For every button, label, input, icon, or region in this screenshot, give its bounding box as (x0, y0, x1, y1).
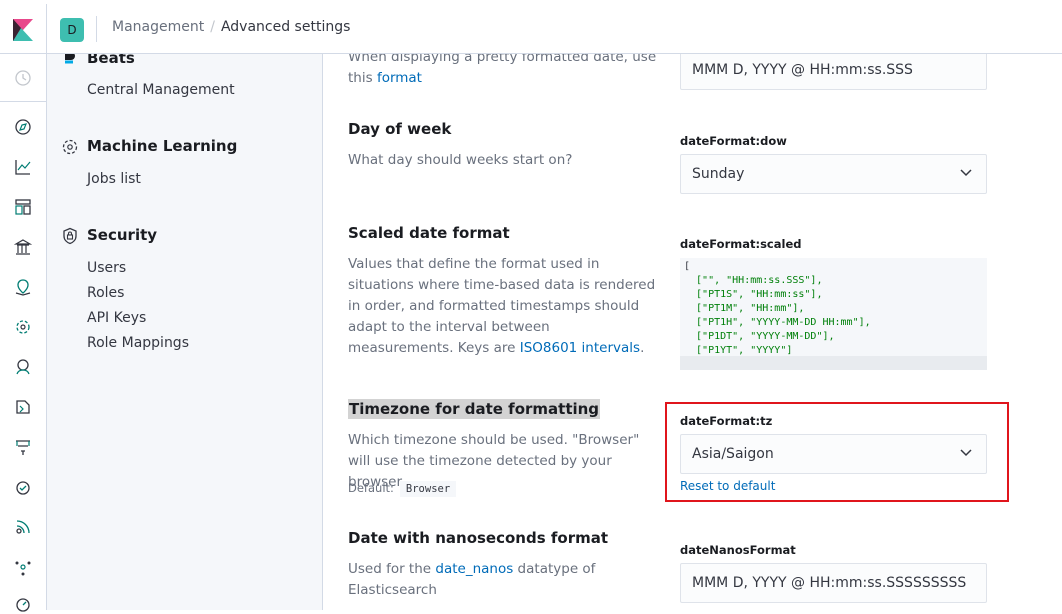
space-avatar[interactable]: D (60, 18, 84, 42)
sidenav-section-beats: Beats (87, 54, 135, 67)
advanced-settings-panel: When displaying a pretty formatted date,… (323, 54, 1062, 610)
timezone-default-value: Default: Browser (348, 481, 457, 497)
day-of-week-select[interactable]: Sunday (680, 154, 987, 194)
setting-key-date-nanos: dateNanosFormat (680, 543, 796, 557)
discover-icon[interactable] (14, 118, 32, 136)
maps-icon[interactable] (14, 278, 32, 296)
default-value-code: Browser (399, 481, 457, 497)
code-line: ["PT1M", "HH:mm"], (684, 303, 805, 314)
setting-title-day-of-week: Day of week (348, 120, 452, 138)
management-sidenav: Beats Central Management Machine Learnin… (47, 54, 323, 610)
rail-divider (0, 101, 46, 102)
setting-description-day-of-week: What day should weeks start on? (348, 152, 573, 168)
code-line: ["", "HH:mm:ss.SSS"], (684, 275, 823, 286)
timezone-select[interactable]: Asia/Saigon (680, 434, 987, 474)
date-nanos-format-input[interactable]: MMM D, YYYY @ HH:mm:ss.SSSSSSSSS (680, 563, 987, 603)
setting-description-date-nanos: Used for the date_nanos datatype of Elas… (348, 561, 596, 598)
monitoring-icon[interactable] (14, 596, 32, 614)
sidenav-item-jobs-list[interactable]: Jobs list (87, 171, 141, 187)
metrics-icon[interactable] (14, 358, 32, 376)
sidenav-item-users[interactable]: Users (87, 260, 126, 276)
header-divider (46, 4, 47, 53)
breadcrumb-separator: / (210, 19, 215, 35)
machine-learning-icon (62, 139, 78, 155)
sidenav-item-role-mappings[interactable]: Role Mappings (87, 335, 189, 351)
siem-icon[interactable] (14, 518, 32, 536)
chevron-down-icon (960, 449, 972, 457)
sidenav-section-security: Security (87, 226, 158, 244)
dev-tools-icon[interactable] (14, 558, 32, 576)
sidenav-item-api-keys[interactable]: API Keys (87, 310, 146, 326)
setting-description-scaled-date-format: Values that define the format used in si… (348, 256, 656, 356)
setting-key-tz: dateFormat:tz (680, 414, 773, 428)
breadcrumb-management[interactable]: Management (112, 19, 204, 35)
breadcrumb: Management / Advanced settings (112, 19, 350, 35)
nav-rail (0, 54, 47, 612)
visualize-icon[interactable] (14, 158, 32, 176)
sidenav-item-central-management[interactable]: Central Management (87, 82, 235, 98)
scaled-date-format-code-editor[interactable]: [ ["", "HH:mm:ss.SSS"], ["PT1S", "HH:mm:… (680, 258, 987, 370)
pretty-date-format-input[interactable]: MMM D, YYYY @ HH:mm:ss.SSS (680, 54, 987, 90)
date-nanos-link[interactable]: date_nanos (435, 561, 513, 577)
kibana-logo-icon[interactable] (13, 19, 33, 41)
setting-key-scaled: dateFormat:scaled (680, 237, 802, 251)
dashboard-icon[interactable] (14, 198, 32, 216)
setting-key-dow: dateFormat:dow (680, 134, 787, 148)
format-link[interactable]: format (377, 70, 422, 86)
reset-to-default-link[interactable]: Reset to default (680, 479, 775, 493)
breadcrumb-advanced-settings: Advanced settings (220, 19, 351, 35)
sidenav-section-machine-learning: Machine Learning (87, 137, 238, 155)
sidenav-item-roles[interactable]: Roles (87, 285, 124, 301)
ml-icon[interactable] (14, 318, 32, 336)
iso8601-intervals-link[interactable]: ISO8601 intervals (520, 340, 640, 356)
setting-title-timezone: Timezone for date formatting (348, 399, 601, 419)
code-editor-scrollbar[interactable] (680, 356, 987, 370)
apm-icon[interactable] (14, 438, 32, 456)
canvas-icon[interactable] (14, 238, 32, 256)
uptime-icon[interactable] (14, 478, 32, 496)
security-shield-icon (63, 227, 77, 245)
code-line: ["PT1S", "HH:mm:ss"], (684, 289, 823, 300)
header-divider (96, 16, 97, 42)
code-line: ["PT1H", "YYYY-MM-DD HH:mm"], (684, 317, 871, 328)
chevron-down-icon (960, 169, 972, 177)
setting-title-scaled-date-format: Scaled date format (348, 224, 510, 242)
setting-pretty-date-description: When displaying a pretty formatted date,… (348, 54, 657, 86)
logs-icon[interactable] (14, 398, 32, 416)
code-line: [ (684, 261, 691, 272)
code-line: ["P1DT", "YYYY-MM-DD"], (684, 331, 835, 342)
beats-icon (65, 54, 75, 64)
setting-title-date-nanos: Date with nanoseconds format (348, 529, 609, 547)
top-header: D Management / Advanced settings (0, 4, 1062, 54)
recent-icon[interactable] (14, 69, 32, 87)
